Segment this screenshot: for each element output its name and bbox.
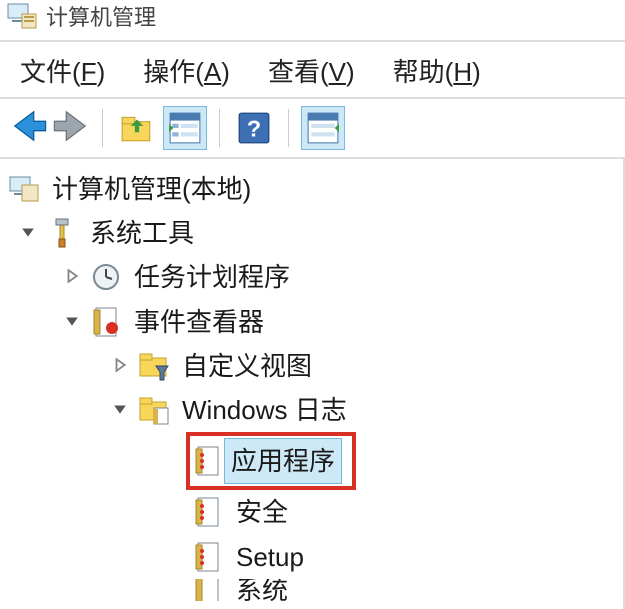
menubar: 文件(F) 操作(A) 查看(V) 帮助(H): [0, 40, 625, 97]
tree-pane: 计算机管理(本地) 系统工具 任务计划程序 事件查看器 自定义视图 W: [0, 157, 625, 609]
log-icon: [192, 445, 224, 477]
toolbar-separator: [219, 109, 220, 147]
tree-system-tools-label: 系统工具: [84, 211, 200, 255]
tree-root[interactable]: 计算机管理(本地): [4, 167, 623, 211]
tree-application[interactable]: 应用程序: [4, 432, 623, 490]
tree-security-label: 安全: [230, 490, 294, 534]
menu-view[interactable]: 查看(V): [268, 52, 355, 89]
folder-filter-icon: [138, 350, 170, 382]
log-icon: [192, 496, 224, 528]
tree-custom-views-label: 自定义视图: [176, 344, 318, 388]
folder-icon: [138, 394, 170, 426]
back-arrow-icon[interactable]: [10, 107, 48, 150]
tools-icon: [46, 217, 78, 249]
event-log-icon: [90, 306, 122, 338]
title-bar: 计算机管理: [0, 0, 625, 40]
forward-arrow-icon[interactable]: [52, 107, 90, 150]
log-icon: [192, 579, 224, 601]
refresh-view-icon[interactable]: [301, 106, 345, 150]
tree-system[interactable]: 系统: [4, 579, 623, 601]
tree-task-scheduler-label: 任务计划程序: [128, 255, 296, 299]
tree-root-label: 计算机管理(本地): [46, 167, 257, 211]
chevron-right-icon[interactable]: [108, 349, 132, 383]
tree-security[interactable]: 安全: [4, 490, 623, 534]
clock-icon: [90, 261, 122, 293]
chevron-down-icon[interactable]: [16, 216, 40, 250]
log-icon: [192, 541, 224, 573]
highlight-box: 应用程序: [186, 432, 356, 490]
computer-icon: [8, 173, 40, 205]
tree-event-viewer-label: 事件查看器: [128, 300, 270, 344]
chevron-down-icon[interactable]: [108, 393, 132, 427]
tree-setup[interactable]: Setup: [4, 535, 623, 579]
menu-file[interactable]: 文件(F): [20, 52, 105, 89]
details-view-icon[interactable]: [163, 106, 207, 150]
tree-system-tools[interactable]: 系统工具: [4, 211, 623, 255]
svg-text:?: ?: [247, 116, 261, 142]
tree-task-scheduler[interactable]: 任务计划程序: [4, 255, 623, 299]
menu-action[interactable]: 操作(A): [143, 52, 230, 89]
tree-setup-label: Setup: [230, 535, 310, 579]
tree-application-label: 应用程序: [224, 438, 342, 484]
tree-system-label: 系统: [230, 579, 294, 601]
tree-windows-logs[interactable]: Windows 日志: [4, 388, 623, 432]
computer-management-icon: [6, 0, 38, 32]
toolbar: ?: [0, 97, 625, 157]
up-folder-icon[interactable]: [115, 106, 159, 150]
tree-event-viewer[interactable]: 事件查看器: [4, 300, 623, 344]
chevron-down-icon[interactable]: [60, 305, 84, 339]
toolbar-separator: [102, 109, 103, 147]
menu-help[interactable]: 帮助(H): [393, 52, 481, 89]
tree-windows-logs-label: Windows 日志: [176, 388, 353, 432]
help-icon[interactable]: ?: [232, 106, 276, 150]
window-title: 计算机管理: [46, 0, 156, 32]
toolbar-separator: [288, 109, 289, 147]
tree-custom-views[interactable]: 自定义视图: [4, 344, 623, 388]
chevron-right-icon[interactable]: [60, 260, 84, 294]
